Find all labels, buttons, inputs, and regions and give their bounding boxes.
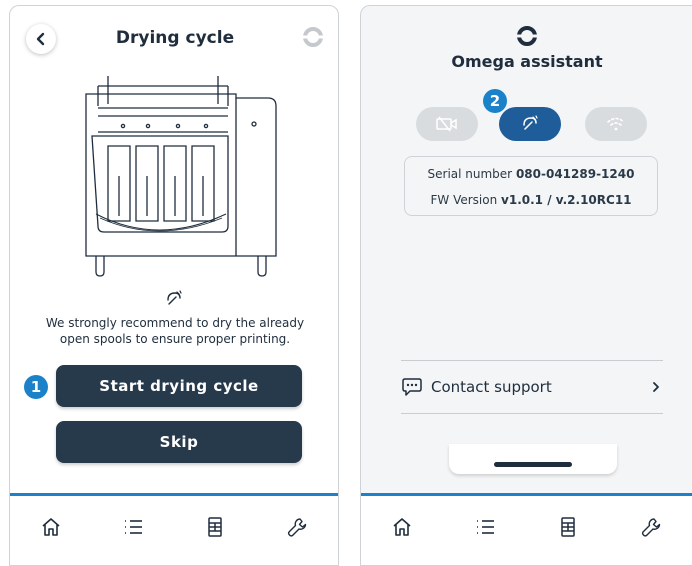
dryer-icon [523, 115, 538, 130]
tab-home[interactable] [382, 507, 422, 547]
start-drying-cycle-button[interactable]: Start drying cycle [56, 365, 302, 407]
recommendation-line-2: open spools to ensure proper printing. [59, 332, 291, 346]
step-badge: 2 [483, 89, 507, 113]
page-title: Omega assistant [451, 52, 603, 71]
page-title: Drying cycle [115, 28, 235, 48]
list-icon [477, 519, 495, 534]
divider [401, 360, 663, 361]
home-icon [393, 517, 411, 536]
wifi-icon [607, 117, 625, 131]
serial-number-line: Serial number 080-041289-1240 [405, 167, 657, 181]
brand-logo-icon [302, 26, 324, 52]
wifi-toggle[interactable] [585, 107, 647, 141]
chat-bubble-icon [402, 378, 422, 396]
device-icon [208, 516, 222, 537]
contact-support-label: Contact support [431, 378, 552, 396]
step-badge: 1 [24, 375, 48, 399]
recommendation-text: We strongly recommend to dry the already… [10, 315, 338, 347]
contact-support-row[interactable]: Contact support [401, 372, 663, 402]
recommendation-line-1: We strongly recommend to dry the already [45, 316, 305, 330]
wrench-icon [287, 517, 307, 537]
tab-settings[interactable] [277, 507, 317, 547]
bottom-tab-bar [10, 493, 338, 565]
drying-cycle-screen: Drying cycle We strongly recommend to dr… [9, 5, 339, 566]
device-info-card: Serial number 080-041289-1240 FW Version… [404, 156, 658, 216]
tab-device[interactable] [195, 507, 235, 547]
home-icon [42, 517, 60, 536]
dryer-toggle[interactable] [499, 107, 561, 141]
fw-version-line: FW Version v1.0.1 / v.2.10RC11 [405, 193, 657, 207]
fw-value: v1.0.1 / v.2.10RC11 [501, 193, 632, 207]
divider [401, 413, 663, 414]
bottom-tab-bar [361, 493, 692, 565]
sheet-drag-handle[interactable] [494, 462, 572, 467]
tab-list[interactable] [113, 507, 153, 547]
device-icon [561, 516, 575, 537]
brand-logo-icon [361, 25, 692, 47]
camera-toggle[interactable] [416, 107, 478, 141]
fw-label: FW Version [430, 193, 498, 207]
tab-settings[interactable] [631, 507, 671, 547]
tab-list[interactable] [465, 507, 505, 547]
dryer-small-icon [167, 290, 182, 305]
omega-assistant-screen: Omega assistant 2 Serial number 080-0412… [360, 5, 692, 566]
chevron-right-icon [653, 382, 659, 392]
tab-device[interactable] [548, 507, 588, 547]
tab-home[interactable] [31, 507, 71, 547]
dryer-illustration-icon [85, 76, 277, 277]
bottom-sheet[interactable] [449, 444, 617, 474]
camera-off-icon [436, 116, 457, 132]
skip-button[interactable]: Skip [56, 421, 302, 463]
wrench-icon [641, 517, 660, 537]
serial-value: 080-041289-1240 [515, 167, 635, 181]
list-icon [125, 519, 142, 534]
serial-label: Serial number [427, 167, 513, 181]
